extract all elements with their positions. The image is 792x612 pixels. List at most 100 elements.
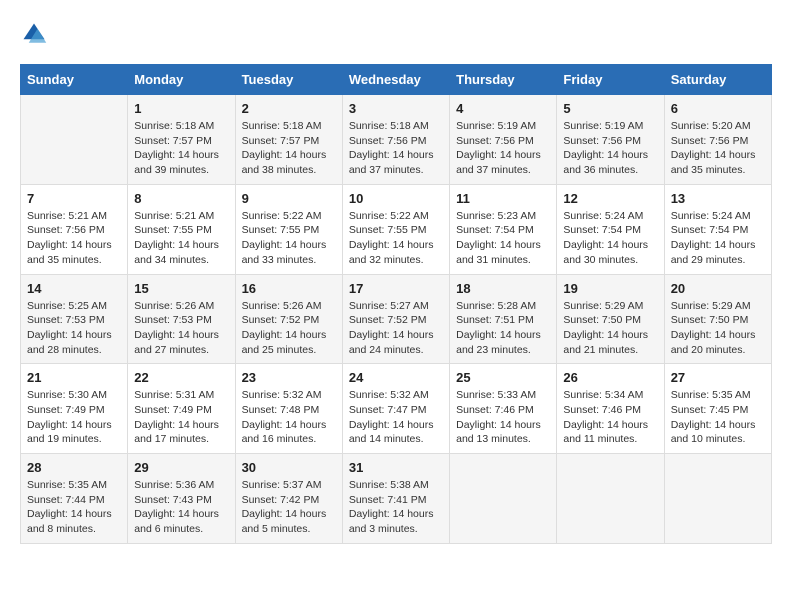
day-cell: 25 Sunrise: 5:33 AM Sunset: 7:46 PM Dayli… [450,364,557,454]
day-cell: 7 Sunrise: 5:21 AM Sunset: 7:56 PM Daylig… [21,184,128,274]
day-number: 22 [134,370,228,385]
day-cell [664,454,771,544]
day-cell [557,454,664,544]
header-cell-tuesday: Tuesday [235,65,342,95]
day-number: 23 [242,370,336,385]
header-cell-sunday: Sunday [21,65,128,95]
day-cell: 4 Sunrise: 5:19 AM Sunset: 7:56 PM Daylig… [450,95,557,185]
day-number: 25 [456,370,550,385]
day-number: 31 [349,460,443,475]
day-cell: 13Sunrise: 5:24 AM Sunset: 7:54 PM Dayli… [664,184,771,274]
day-number: 7 [27,191,121,206]
day-info: Sunrise: 5:21 AM Sunset: 7:55 PM Dayligh… [134,209,228,268]
day-info: Sunrise: 5:19 AM Sunset: 7:56 PM Dayligh… [563,119,657,178]
day-info: Sunrise: 5:30 AM Sunset: 7:49 PM Dayligh… [27,388,121,447]
day-info: Sunrise: 5:34 AM Sunset: 7:46 PM Dayligh… [563,388,657,447]
day-cell: 19 Sunrise: 5:29 AM Sunset: 7:50 PM Dayli… [557,274,664,364]
day-number: 12 [563,191,657,206]
day-cell: 21 Sunrise: 5:30 AM Sunset: 7:49 PM Dayli… [21,364,128,454]
day-info: Sunrise: 5:26 AM Sunset: 7:52 PM Dayligh… [242,299,336,358]
day-number: 30 [242,460,336,475]
day-info: Sunrise: 5:18 AM Sunset: 7:57 PM Dayligh… [134,119,228,178]
day-cell: 28Sunrise: 5:35 AM Sunset: 7:44 PM Dayli… [21,454,128,544]
day-number: 11 [456,191,550,206]
day-info: Sunrise: 5:31 AM Sunset: 7:49 PM Dayligh… [134,388,228,447]
day-cell: 16Sunrise: 5:26 AM Sunset: 7:52 PM Dayli… [235,274,342,364]
day-cell: 30 Sunrise: 5:37 AM Sunset: 7:42 PM Dayli… [235,454,342,544]
logo [20,20,52,48]
week-row-2: 7 Sunrise: 5:21 AM Sunset: 7:56 PM Daylig… [21,184,772,274]
day-info: Sunrise: 5:23 AM Sunset: 7:54 PM Dayligh… [456,209,550,268]
day-info: Sunrise: 5:32 AM Sunset: 7:47 PM Dayligh… [349,388,443,447]
day-cell [450,454,557,544]
day-number: 3 [349,101,443,116]
day-info: Sunrise: 5:22 AM Sunset: 7:55 PM Dayligh… [242,209,336,268]
header-cell-saturday: Saturday [664,65,771,95]
day-info: Sunrise: 5:29 AM Sunset: 7:50 PM Dayligh… [563,299,657,358]
day-cell: 14 Sunrise: 5:25 AM Sunset: 7:53 PM Dayli… [21,274,128,364]
day-info: Sunrise: 5:21 AM Sunset: 7:56 PM Dayligh… [27,209,121,268]
day-info: Sunrise: 5:32 AM Sunset: 7:48 PM Dayligh… [242,388,336,447]
day-cell: 9 Sunrise: 5:22 AM Sunset: 7:55 PM Daylig… [235,184,342,274]
day-cell: 29Sunrise: 5:36 AM Sunset: 7:43 PM Dayli… [128,454,235,544]
day-cell: 12Sunrise: 5:24 AM Sunset: 7:54 PM Dayli… [557,184,664,274]
day-info: Sunrise: 5:37 AM Sunset: 7:42 PM Dayligh… [242,478,336,537]
day-cell: 26 Sunrise: 5:34 AM Sunset: 7:46 PM Dayli… [557,364,664,454]
header-cell-wednesday: Wednesday [342,65,449,95]
day-number: 26 [563,370,657,385]
day-cell: 2 Sunrise: 5:18 AM Sunset: 7:57 PM Daylig… [235,95,342,185]
logo-icon [20,20,48,48]
day-cell: 17 Sunrise: 5:27 AM Sunset: 7:52 PM Dayli… [342,274,449,364]
day-info: Sunrise: 5:29 AM Sunset: 7:50 PM Dayligh… [671,299,765,358]
day-info: Sunrise: 5:27 AM Sunset: 7:52 PM Dayligh… [349,299,443,358]
day-cell: 27Sunrise: 5:35 AM Sunset: 7:45 PM Dayli… [664,364,771,454]
day-info: Sunrise: 5:22 AM Sunset: 7:55 PM Dayligh… [349,209,443,268]
day-number: 20 [671,281,765,296]
day-number: 14 [27,281,121,296]
day-cell: 5Sunrise: 5:19 AM Sunset: 7:56 PM Daylig… [557,95,664,185]
day-info: Sunrise: 5:18 AM Sunset: 7:56 PM Dayligh… [349,119,443,178]
day-info: Sunrise: 5:28 AM Sunset: 7:51 PM Dayligh… [456,299,550,358]
day-info: Sunrise: 5:38 AM Sunset: 7:41 PM Dayligh… [349,478,443,537]
day-cell: 15Sunrise: 5:26 AM Sunset: 7:53 PM Dayli… [128,274,235,364]
day-number: 8 [134,191,228,206]
day-number: 17 [349,281,443,296]
week-row-3: 14 Sunrise: 5:25 AM Sunset: 7:53 PM Dayli… [21,274,772,364]
header-cell-monday: Monday [128,65,235,95]
day-number: 29 [134,460,228,475]
day-info: Sunrise: 5:33 AM Sunset: 7:46 PM Dayligh… [456,388,550,447]
day-cell: 3 Sunrise: 5:18 AM Sunset: 7:56 PM Daylig… [342,95,449,185]
day-number: 9 [242,191,336,206]
day-number: 21 [27,370,121,385]
day-number: 19 [563,281,657,296]
day-number: 6 [671,101,765,116]
day-cell: 1 Sunrise: 5:18 AM Sunset: 7:57 PM Daylig… [128,95,235,185]
day-info: Sunrise: 5:20 AM Sunset: 7:56 PM Dayligh… [671,119,765,178]
day-cell: 11 Sunrise: 5:23 AM Sunset: 7:54 PM Dayli… [450,184,557,274]
day-cell: 23 Sunrise: 5:32 AM Sunset: 7:48 PM Dayli… [235,364,342,454]
day-number: 13 [671,191,765,206]
calendar-table: SundayMondayTuesdayWednesdayThursdayFrid… [20,64,772,544]
week-row-4: 21 Sunrise: 5:30 AM Sunset: 7:49 PM Dayli… [21,364,772,454]
day-cell: 18Sunrise: 5:28 AM Sunset: 7:51 PM Dayli… [450,274,557,364]
day-info: Sunrise: 5:25 AM Sunset: 7:53 PM Dayligh… [27,299,121,358]
day-number: 15 [134,281,228,296]
day-info: Sunrise: 5:35 AM Sunset: 7:45 PM Dayligh… [671,388,765,447]
day-number: 10 [349,191,443,206]
day-info: Sunrise: 5:18 AM Sunset: 7:57 PM Dayligh… [242,119,336,178]
week-row-5: 28Sunrise: 5:35 AM Sunset: 7:44 PM Dayli… [21,454,772,544]
day-cell: 20 Sunrise: 5:29 AM Sunset: 7:50 PM Dayli… [664,274,771,364]
day-cell: 6 Sunrise: 5:20 AM Sunset: 7:56 PM Daylig… [664,95,771,185]
day-number: 4 [456,101,550,116]
day-cell: 24Sunrise: 5:32 AM Sunset: 7:47 PM Dayli… [342,364,449,454]
header-row: SundayMondayTuesdayWednesdayThursdayFrid… [21,65,772,95]
day-cell: 10 Sunrise: 5:22 AM Sunset: 7:55 PM Dayli… [342,184,449,274]
header-cell-friday: Friday [557,65,664,95]
day-number: 2 [242,101,336,116]
header-cell-thursday: Thursday [450,65,557,95]
calendar-body: 1 Sunrise: 5:18 AM Sunset: 7:57 PM Daylig… [21,95,772,544]
page-header [20,20,772,48]
day-number: 1 [134,101,228,116]
day-cell: 22 Sunrise: 5:31 AM Sunset: 7:49 PM Dayli… [128,364,235,454]
day-info: Sunrise: 5:19 AM Sunset: 7:56 PM Dayligh… [456,119,550,178]
